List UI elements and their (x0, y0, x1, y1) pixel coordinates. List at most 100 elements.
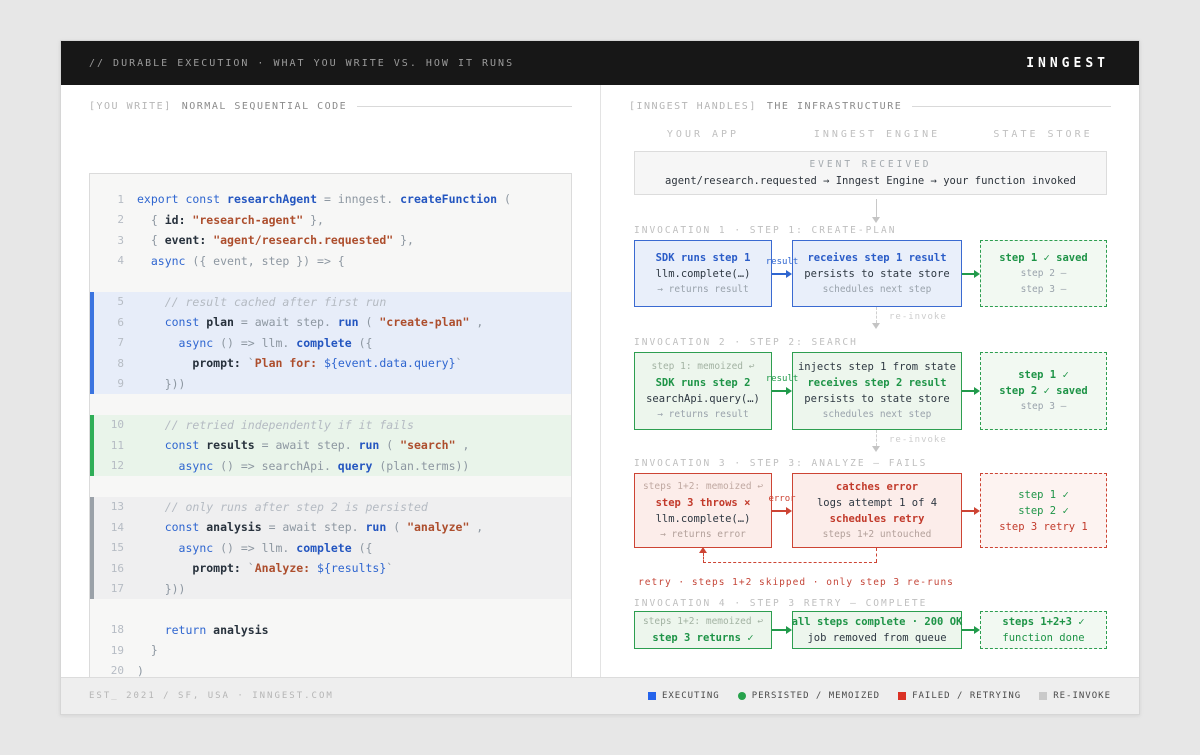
poster-card: // DURABLE EXECUTION · WHAT YOU WRITE VS… (60, 40, 1140, 715)
legend-label: FAILED / RETRYING (912, 691, 1021, 701)
code-line: 10 // retried independently if it fails (90, 415, 571, 436)
box-text: job removed from queue (807, 631, 946, 645)
re-invoke-arrow-icon (876, 430, 877, 446)
box-text: logs attempt 1 of 4 (817, 496, 937, 510)
column-header-inngest-engine: INNGEST ENGINE (814, 129, 940, 140)
line-number: 19 (94, 644, 124, 657)
retry-caption: retry · steps 1+2 skipped · only step 3 … (630, 577, 962, 588)
footer: EST_ 2021 / SF, USA · INNGEST.COM EXECUT… (61, 677, 1139, 714)
line-number: 13 (94, 500, 124, 513)
code-text: prompt: `Analyze: ${results}` (137, 561, 393, 575)
re-invoke-arrow-icon (876, 307, 877, 323)
event-box-title: EVENT RECEIVED (809, 159, 931, 170)
code-line: 2 { id: "research-agent" }, (90, 210, 571, 231)
box-text: function done (1002, 631, 1084, 645)
line-number: 1 (94, 193, 124, 206)
code-panel-heading: [YOU WRITE] NORMAL SEQUENTIAL CODE (89, 101, 572, 112)
retry-loop-icon (876, 548, 877, 562)
legend-item: RE-INVOKE (1039, 691, 1111, 701)
code-text: // retried independently if it fails (137, 418, 414, 432)
arrow-label: error (768, 494, 795, 504)
code-line: 7 async () => llm. complete ({ (90, 333, 571, 354)
code-line: 18 return analysis (90, 620, 571, 641)
arrow-head (872, 446, 880, 452)
line-number: 11 (94, 439, 124, 452)
code-line: 15 async () => llm. complete ({ (90, 538, 571, 559)
legend-item: FAILED / RETRYING (898, 691, 1021, 701)
topbar-title: // DURABLE EXECUTION · WHAT YOU WRITE VS… (89, 58, 514, 69)
legend-item: EXECUTING (648, 691, 720, 701)
box-text: steps 1+2 untouched (823, 528, 932, 542)
code-blank-line (90, 394, 571, 415)
arrow-line (962, 629, 974, 631)
column-header-your-app: YOUR APP (667, 129, 739, 140)
box-text: schedules next step (823, 283, 932, 297)
box-text: step 3 retry 1 (999, 520, 1088, 534)
box-text: receives step 1 result (807, 251, 946, 265)
legend-label: EXECUTING (662, 691, 720, 701)
arrow-head (786, 626, 792, 634)
code-text: const results = await step. run ( "searc… (137, 438, 469, 452)
line-number: 12 (94, 459, 124, 472)
retry-loop-icon (703, 553, 704, 563)
result-arrow-icon (772, 626, 792, 635)
legend: EXECUTINGPERSISTED / MEMOIZEDFAILED / RE… (648, 691, 1111, 701)
code-line: 1export const researchAgent = inngest. c… (90, 189, 571, 210)
box-text: persists to state store (804, 267, 949, 281)
arrow-head (786, 507, 792, 515)
line-number: 17 (94, 582, 124, 595)
box-text: step 1 ✓ (1018, 488, 1069, 502)
re-invoke-label: re-invoke (889, 312, 947, 322)
code-panel-title: NORMAL SEQUENTIAL CODE (182, 101, 347, 112)
state-box: step 1 ✓ savedstep 2 —step 3 — (980, 240, 1107, 307)
line-number: 7 (94, 336, 124, 349)
invocation-label: INVOCATION 2 · STEP 2: SEARCH (634, 337, 858, 348)
code-line: 6 const plan = await step. run ( "create… (90, 312, 571, 333)
app-box: SDK runs step 1llm.complete(…)→ returns … (634, 240, 772, 307)
line-number: 9 (94, 377, 124, 390)
box-text: llm.complete(…) (656, 512, 751, 526)
box-text: injects step 1 from state (798, 360, 956, 374)
box-text: step 1: memoized ↩ (652, 360, 755, 374)
legend-swatch-square (648, 692, 656, 700)
code-editor: 1export const researchAgent = inngest. c… (89, 173, 572, 697)
box-text: step 1 ✓ (1018, 368, 1069, 382)
arrow-head (974, 626, 980, 634)
state-box: step 1 ✓step 2 ✓step 3 retry 1 (980, 473, 1107, 548)
code-text: return analysis (137, 623, 269, 637)
invocation-label: INVOCATION 1 · STEP 1: CREATE-PLAN (634, 225, 896, 236)
code-text: { id: "research-agent" }, (137, 213, 324, 227)
box-text: steps 1+2: memoized ↩ (643, 615, 763, 629)
code-blank-line (90, 599, 571, 620)
arrow-label: result (766, 257, 799, 267)
event-received-box: EVENT RECEIVED agent/research.requested … (634, 151, 1107, 195)
app-box: steps 1+2: memoized ↩step 3 throws ×llm.… (634, 473, 772, 548)
retry-arrow-head (699, 547, 707, 553)
box-text: step 3 — (1021, 400, 1067, 414)
brand-logo: INNGEST (1026, 56, 1109, 71)
arrow-label: result (766, 374, 799, 384)
box-text: step 3 throws × (656, 496, 751, 510)
line-number: 18 (94, 623, 124, 636)
legend-swatch-square (898, 692, 906, 700)
code-text: } (137, 643, 158, 657)
engine-box: catches errorlogs attempt 1 of 4schedule… (792, 473, 962, 548)
box-text: receives step 2 result (807, 376, 946, 390)
box-text: SDK runs step 2 (656, 376, 751, 390)
arrow-line (772, 629, 786, 631)
code-text: // only runs after step 2 is persisted (137, 500, 428, 514)
legend-swatch-square (1039, 692, 1047, 700)
event-down-arrow-icon (876, 199, 877, 217)
box-text: step 3 — (1021, 283, 1067, 297)
box-text: → returns error (660, 528, 746, 542)
code-line: 8 prompt: `Plan for: ${event.data.query}… (90, 353, 571, 374)
result-arrow-icon (772, 387, 792, 396)
app-box: steps 1+2: memoized ↩step 3 returns ✓ (634, 611, 772, 649)
line-number: 14 (94, 521, 124, 534)
box-text: schedules next step (823, 408, 932, 422)
box-text: schedules retry (830, 512, 925, 526)
code-line: 19 } (90, 640, 571, 661)
invocation-label: INVOCATION 3 · STEP 3: ANALYZE — FAILS (634, 458, 927, 469)
code-panel: [YOU WRITE] NORMAL SEQUENTIAL CODE 1expo… (61, 85, 600, 677)
line-number: 16 (94, 562, 124, 575)
